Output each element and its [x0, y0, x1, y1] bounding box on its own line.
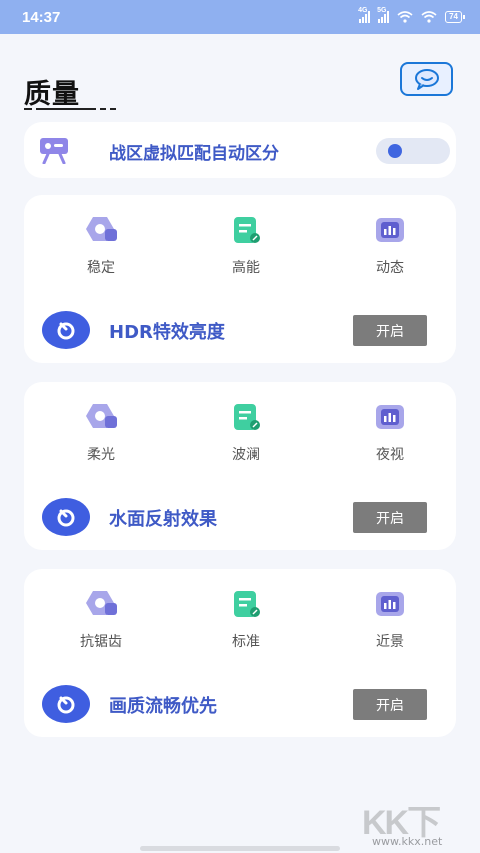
option-close-range[interactable]: 近景: [350, 589, 430, 651]
option-label: 波澜: [232, 447, 260, 463]
bar-chart-icon: [376, 405, 404, 429]
option-label: 抗锯齿: [80, 634, 122, 650]
option-label: 标准: [232, 634, 260, 650]
option-high-energy[interactable]: 高能: [206, 215, 286, 277]
quality-group-2: 柔光 波澜 夜视 水面反射效果 开启: [24, 382, 456, 550]
option-soft-light[interactable]: 柔光: [61, 402, 141, 464]
feature-label: 水面反射效果: [109, 509, 217, 530]
option-antialiasing[interactable]: 抗锯齿: [61, 589, 141, 651]
document-icon: [234, 404, 260, 430]
quality-group-1: 稳定 高能 动态 HDR特效亮度 开启: [24, 195, 456, 363]
signal-5g-icon: 5G: [377, 7, 390, 23]
enable-water-reflection-button[interactable]: 开启: [353, 502, 427, 533]
option-waves[interactable]: 波澜: [206, 402, 286, 464]
bar-chart-icon: [376, 592, 404, 616]
net2-label: 5G: [377, 7, 387, 14]
page-title: 质量: [24, 79, 80, 110]
option-standard[interactable]: 标准: [206, 589, 286, 651]
status-icons: 4G 5G 74: [358, 7, 465, 23]
feature-icon: [42, 498, 90, 536]
key-icon: [57, 696, 75, 714]
key-icon: [57, 322, 75, 340]
auto-match-toggle[interactable]: [376, 138, 450, 164]
option-label: 高能: [232, 260, 260, 276]
feature-label: 画质流畅优先: [109, 696, 217, 717]
quality-group-3: 抗锯齿 标准 近景 画质流畅优先 开启: [24, 569, 456, 737]
toggle-knob: [388, 144, 402, 158]
feature-icon: [42, 311, 90, 349]
option-night-vision[interactable]: 夜视: [350, 402, 430, 464]
auto-match-label: 战区虚拟匹配自动区分: [109, 144, 279, 164]
feature-label: HDR特效亮度: [109, 322, 225, 343]
option-label: 夜视: [376, 447, 404, 463]
easel-icon: [40, 138, 68, 164]
home-indicator[interactable]: [140, 846, 340, 851]
signal-4g-icon: 4G: [358, 7, 371, 23]
auto-match-card: 战区虚拟匹配自动区分: [24, 122, 456, 178]
bar-chart-icon: [376, 218, 404, 242]
key-icon: [57, 509, 75, 527]
enable-smooth-priority-button[interactable]: 开启: [353, 689, 427, 720]
option-label: 动态: [376, 260, 404, 276]
document-icon: [234, 591, 260, 617]
hexagon-icon: [86, 217, 117, 241]
title-underline: [24, 108, 116, 110]
wifi-icon: [397, 11, 413, 23]
option-stable[interactable]: 稳定: [61, 215, 141, 277]
option-label: 柔光: [87, 447, 115, 463]
document-icon: [234, 217, 260, 243]
option-dynamic[interactable]: 动态: [350, 215, 430, 277]
status-time: 14:37: [22, 8, 61, 26]
feature-icon: [42, 685, 90, 723]
net1-label: 4G: [358, 7, 368, 14]
option-label: 稳定: [87, 260, 115, 276]
watermark: KK下载 www.kkx.net: [362, 795, 462, 851]
battery-icon: 74: [445, 11, 465, 23]
watermark-url: www.kkx.net: [372, 835, 443, 848]
chat-bubble-icon: [414, 69, 439, 90]
option-label: 近景: [376, 634, 404, 650]
status-bar: 14:37 4G 5G 74: [0, 0, 480, 34]
hexagon-icon: [86, 591, 117, 615]
enable-hdr-button[interactable]: 开启: [353, 315, 427, 346]
hexagon-icon: [86, 404, 117, 428]
chat-button[interactable]: [400, 62, 453, 96]
wifi2-icon: [421, 11, 437, 23]
